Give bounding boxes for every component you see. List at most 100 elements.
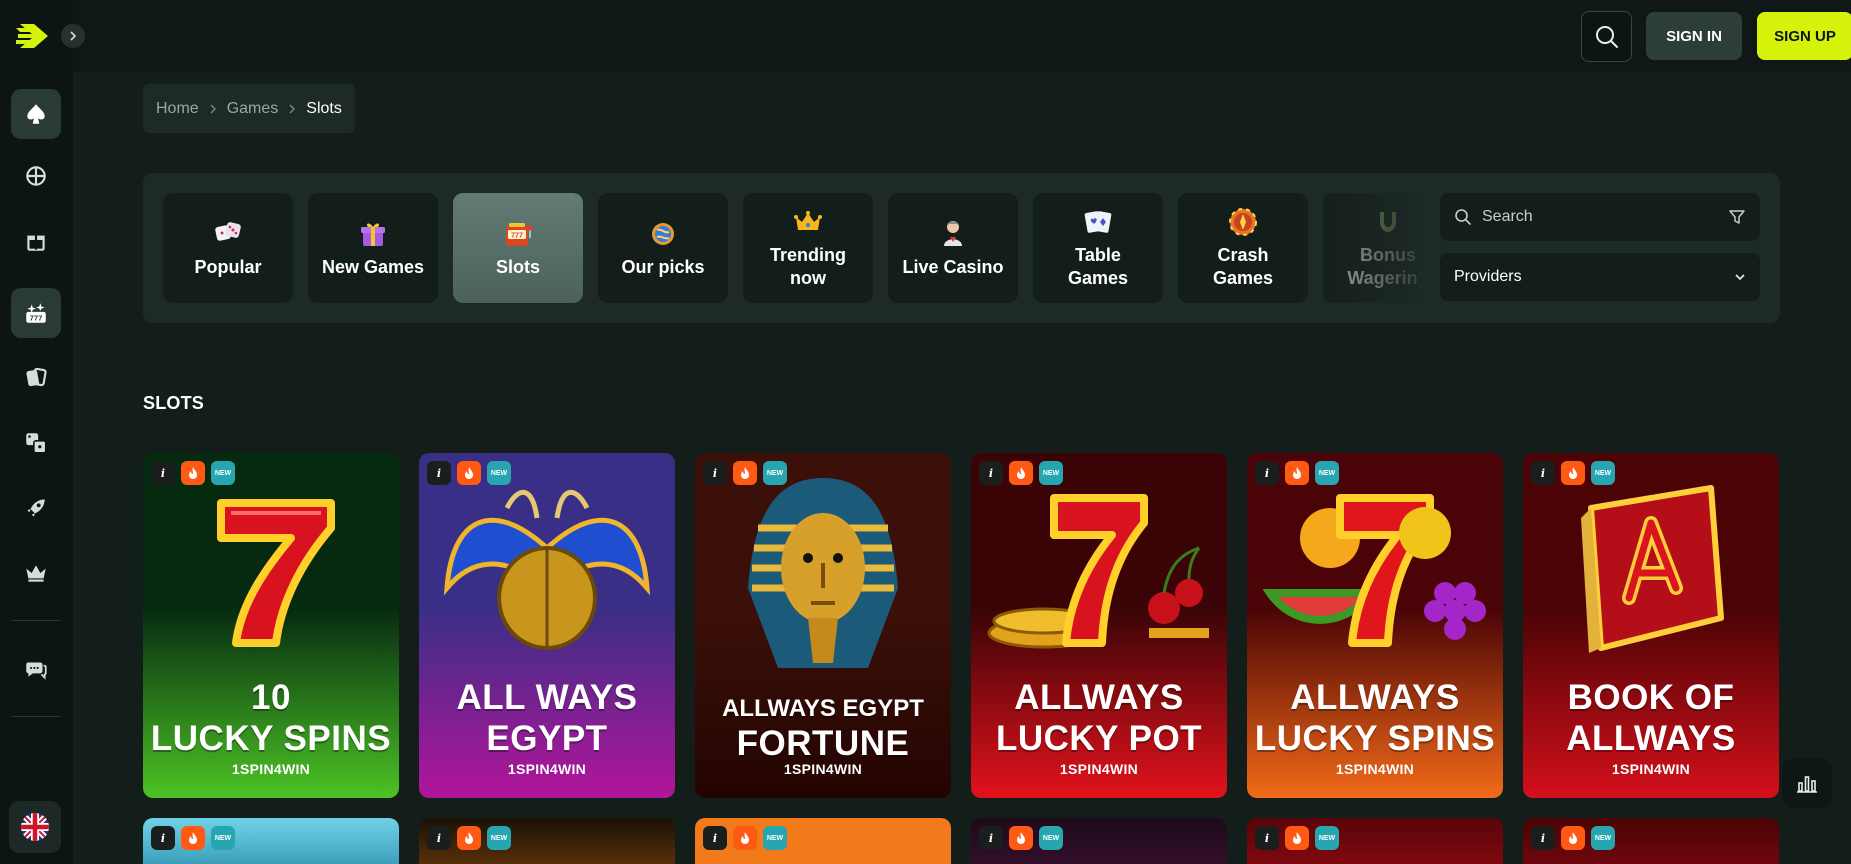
sidebar-expand-button[interactable]	[61, 24, 85, 48]
info-icon[interactable]: i	[1255, 826, 1279, 850]
game-search-field[interactable]	[1440, 193, 1760, 241]
category-label: Crash Games	[1212, 245, 1274, 288]
game-card[interactable]: i NEW	[971, 818, 1227, 864]
sidebar-divider	[11, 716, 61, 717]
category-label: Popular	[194, 256, 262, 277]
search-icon	[1455, 209, 1471, 225]
category-panel: Popular New Games 777 Slots Our picks Tr…	[143, 173, 1780, 323]
category-crash-games[interactable]: Crash Games	[1178, 193, 1308, 303]
horseshoe-icon	[1372, 206, 1404, 238]
game-art-icon	[1523, 453, 1779, 683]
brand-logo-icon[interactable]	[14, 16, 54, 56]
filter-icon[interactable]	[1728, 208, 1746, 226]
dealer-icon	[937, 218, 969, 250]
sign-up-button[interactable]: SIGN UP	[1757, 12, 1851, 60]
header-search-button[interactable]	[1581, 11, 1632, 62]
sidebar-item-vip[interactable]	[11, 548, 61, 598]
info-icon[interactable]: i	[979, 461, 1003, 485]
sidebar-item-promotions[interactable]	[11, 216, 61, 266]
sidebar-item-crash[interactable]	[11, 483, 61, 533]
sidebar-item-slots[interactable]: 777	[11, 288, 61, 338]
game-title-line2: LUCKY SPINS	[1254, 719, 1496, 758]
game-card[interactable]: i NEW	[1247, 818, 1503, 864]
providers-label: Providers	[1454, 268, 1522, 285]
breadcrumb-home[interactable]: Home	[156, 100, 199, 118]
info-icon[interactable]: i	[703, 461, 727, 485]
breadcrumb-games[interactable]: Games	[227, 100, 279, 118]
game-title: ALL WAYS EGYPT	[419, 677, 675, 759]
info-icon[interactable]: i	[427, 826, 451, 850]
game-card[interactable]: i NEW ALLWAYS LUCKY SPINS 1SPIN4WIN	[1247, 453, 1503, 798]
language-selector[interactable]	[9, 801, 61, 853]
search-icon	[1595, 25, 1618, 48]
game-title: ALLWAYS LUCKY POT	[971, 677, 1227, 759]
game-card[interactable]: i NEW	[419, 818, 675, 864]
sidebar-item-sports[interactable]	[11, 151, 61, 201]
sidebar-item-instant-games[interactable]	[11, 418, 61, 468]
stats-button[interactable]	[1782, 758, 1832, 808]
cards-icon	[26, 367, 47, 387]
category-bonus-wagering[interactable]: Bonus Wagering	[1323, 193, 1418, 303]
card-badges: i NEW	[979, 461, 1063, 485]
rocket-icon	[27, 499, 45, 517]
new-badge-icon: NEW	[211, 461, 235, 485]
new-badge-icon: NEW	[1591, 826, 1615, 850]
category-popular[interactable]: Popular	[163, 193, 293, 303]
game-title: BOOK OF ALLWAYS	[1523, 677, 1779, 759]
card-badges: i NEW	[1255, 826, 1339, 850]
game-card[interactable]: i NEW ALLWAYS EGYPT FORTUNE 1SPIN4WIN	[695, 453, 951, 798]
info-icon[interactable]: i	[427, 461, 451, 485]
search-input[interactable]	[1482, 208, 1728, 226]
info-icon[interactable]: i	[1531, 826, 1555, 850]
spade-icon	[27, 104, 45, 124]
crown-icon	[26, 565, 46, 582]
fire-icon	[733, 826, 757, 850]
slot-machine-icon: 777	[502, 218, 534, 250]
new-badge-icon: NEW	[1039, 461, 1063, 485]
fire-icon	[457, 461, 481, 485]
fire-icon	[1009, 826, 1033, 850]
svg-text:777: 777	[511, 232, 523, 239]
category-label: New Games	[321, 256, 425, 277]
category-slots[interactable]: 777 Slots	[453, 193, 583, 303]
category-live-casino[interactable]: Live Casino	[888, 193, 1018, 303]
dice-icon	[26, 433, 47, 454]
info-icon[interactable]: i	[151, 461, 175, 485]
game-card[interactable]: i NEW 10 LUCKY SPINS 1SPIN4WIN	[143, 453, 399, 798]
sidebar-item-support[interactable]	[11, 644, 61, 694]
category-trending-now[interactable]: Trending now	[743, 193, 873, 303]
category-label: Live Casino	[902, 256, 1004, 277]
game-card[interactable]: i NEW ALL WAYS EGYPT 1SPIN4WIN	[419, 453, 675, 798]
game-title: 10 LUCKY SPINS	[143, 677, 399, 759]
sidebar-item-casino[interactable]	[11, 89, 61, 139]
chat-icon	[26, 662, 47, 680]
info-icon[interactable]: i	[703, 826, 727, 850]
info-icon[interactable]: i	[1255, 461, 1279, 485]
sidebar-item-table-games[interactable]	[11, 352, 61, 402]
info-icon[interactable]: i	[151, 826, 175, 850]
sign-in-button[interactable]: SIGN IN	[1646, 12, 1742, 60]
fire-icon	[457, 826, 481, 850]
card-badges: i NEW	[1255, 461, 1339, 485]
category-new-games[interactable]: New Games	[308, 193, 438, 303]
info-icon[interactable]: i	[1531, 461, 1555, 485]
planet-icon	[647, 218, 679, 250]
game-card[interactable]: i NEW BOOK OF ALLWAYS 1SPIN4WIN	[1523, 453, 1779, 798]
game-card[interactable]: i NEW	[143, 818, 399, 864]
info-icon[interactable]: i	[979, 826, 1003, 850]
fire-icon	[181, 826, 205, 850]
category-table-games[interactable]: Table Games	[1033, 193, 1163, 303]
new-badge-icon: NEW	[487, 461, 511, 485]
card-badges: i NEW	[979, 826, 1063, 850]
category-our-picks[interactable]: Our picks	[598, 193, 728, 303]
game-art-icon	[1247, 453, 1503, 683]
fire-icon	[1285, 826, 1309, 850]
game-card[interactable]: i NEW ALLWAYS LUCKY POT 1SPIN4WIN	[971, 453, 1227, 798]
game-card[interactable]: i NEW	[1523, 818, 1779, 864]
fire-icon	[1561, 461, 1585, 485]
gift-icon	[357, 218, 389, 250]
sidebar: 777	[0, 0, 73, 864]
category-list[interactable]: Popular New Games 777 Slots Our picks Tr…	[163, 193, 1418, 303]
game-card[interactable]: i NEW	[695, 818, 951, 864]
providers-dropdown[interactable]: Providers	[1440, 253, 1760, 301]
